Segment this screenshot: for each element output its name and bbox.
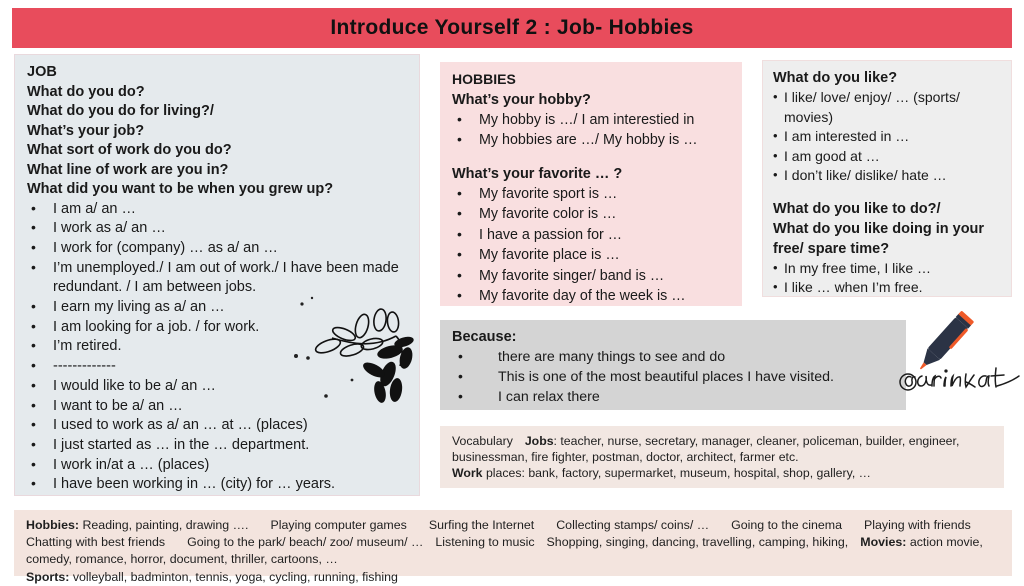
hobbies-section-title: HOBBIES [452,71,516,87]
hobbies-bar-item-c: Surfing the Internet [428,518,535,532]
list-item: ------------- [27,356,409,377]
list-item: I am a/ an … [27,199,409,220]
hobbies-bar-label: Hobbies: [26,518,80,532]
list-item: I work as a/ an … [27,218,409,239]
hobbies-question-1: What’s your hobby? [452,91,591,108]
hobbies-bar-item-i: Listening to music [435,535,535,550]
likes-answer-list-2: In my free time, I like … I like … when … [773,258,1003,298]
list-item: there are many things to see and do [452,346,898,367]
likes-section: What do you like? I like/ love/ enjoy/ …… [762,60,1012,297]
hobbies-bar-item-a: Reading, painting, drawing …. [79,518,249,532]
likes-answer-list-1: I like/ love/ enjoy/ … (sports/ movies) … [773,87,1003,186]
vocabulary-work-label: Work [452,466,483,481]
vocabulary-section: Vocabulary Jobs: teacher, nurse, secretar… [440,426,1004,488]
job-section-title: JOB [27,64,57,80]
list-item: I’m unemployed./ I am out of work./ I ha… [27,258,409,298]
list-item: I am looking for a job. / for work. [27,317,409,338]
list-item: I am good at … [773,146,1003,167]
list-item: I would like to be a/ an … [27,376,409,397]
list-item: I earn my living as a/ an … [27,297,409,318]
job-answer-list: I am a/ an … I work as a/ an … I work fo… [27,199,409,496]
list-item: My favorite day of the week is … [452,285,734,307]
hobbies-bar-item-e: Going to the cinema [731,518,843,532]
vocabulary-jobs-label: Jobs [524,434,554,448]
hobbies-bar-item-h: Going to the park/ beach/ zoo/ museum/ … [187,535,424,550]
hobbies-bar-item-g: Chatting with best friends [26,535,166,550]
job-section: JOB What do you do? What do you do for l… [14,54,420,496]
list-item: My favorite place is … [452,244,734,266]
job-question-4: What line of work are you in? [27,161,229,178]
list-item: My favorite color is … [452,203,734,225]
hobbies-bar-item-b: Playing computer games [270,518,407,532]
list-item: I can relax there [452,386,898,407]
list-item: My favorite singer/ band is … [452,265,734,287]
likes-question-2-line3: free/ spare time? [773,240,890,257]
hobbies-bar-item-d: Collecting stamps/ coins/ … [556,518,710,532]
likes-question-2-line2: What do you like doing in your [773,220,985,237]
list-item: I just started as … in the … department. [27,435,409,456]
list-item: I want to be a/ an … [27,396,409,417]
vocabulary-jobs-line: Vocabulary Jobs: teacher, nurse, secretar… [452,433,994,465]
list-item: I work for (company) … as a/ an … [27,238,409,259]
likes-question-2-line1: What do you like to do?/ [773,200,941,217]
list-item: I work in/at a … (places) [27,455,409,476]
hobbies-bar-item-j: Shopping, singing, dancing, travelling, … [546,535,849,550]
sports-list: volleyball, badminton, tennis, yoga, cyc… [69,569,398,584]
list-item: This is one of the most beautiful places… [452,366,898,387]
list-item: My favorite sport is … [452,183,734,205]
list-item: I like/ love/ enjoy/ … (sports/ movies) [773,87,1003,127]
vocabulary-places-label: places [482,466,522,481]
signature-watermark [899,367,1020,391]
list-item: I don’t like/ dislike/ hate … [773,165,1003,186]
hobbies-bar-item-f: Playing with friends [864,518,971,532]
sports-label: Sports: [26,569,70,584]
hobbies-answer-list-2: My favorite sport is … My favorite color… [452,183,734,307]
movies-label: Movies: [860,535,907,550]
vocabulary-work-list: : bank, factory, supermarket, museum, ho… [521,466,871,481]
list-item: I’m retired. [27,336,409,357]
pen-icon [919,311,974,370]
likes-question-1: What do you like? [773,70,898,86]
page-title-banner: Introduce Yourself 2 : Job- Hobbies [12,8,1012,48]
hobbies-section: HOBBIES What’s your hobby? My hobby is …… [440,62,742,306]
list-item: I am interested in … [773,126,1003,147]
vocabulary-workplaces-line: Work places: bank, factory, supermarket,… [452,465,994,481]
job-question-3: What sort of work do you do? [27,142,232,158]
hobbies-question-2: What’s your favorite … ? [452,165,623,182]
list-item: I like … when I’m free. [773,277,1003,298]
job-question-0: What do you do? [27,83,145,100]
job-question-5: What did you want to be when you grew up… [27,181,334,197]
vocabulary-label: Vocabulary [452,434,513,448]
hobbies-bar-line-3: Sports: volleyball, badminton, tennis, y… [26,569,1002,586]
hobbies-vocabulary-bar: Hobbies: Reading, painting, drawing …. Pl… [14,510,1012,584]
list-item: I have a passion for … [452,224,734,246]
because-section-title: Because: [452,329,517,345]
hobbies-answer-list-1: My hobby is …/ I am interestied in My ho… [452,109,734,151]
list-item: I used to work as a/ an … at … (places) [27,415,409,436]
page-title: Introduce Yourself 2 : Job- Hobbies [330,16,694,39]
list-item: My hobbies are …/ My hobby is … [452,129,734,151]
list-item: In my free time, I like … [773,258,1003,279]
because-list: there are many things to see and do This… [452,346,898,407]
list-item: I have been working in … (city) for … ye… [27,474,409,495]
job-question-2: What’s your job? [27,122,145,139]
hobbies-bar-line-1: Hobbies: Reading, painting, drawing …. Pl… [26,517,1002,534]
job-question-1: What do you do for living?/ [27,103,214,119]
because-section: Because: there are many things to see an… [440,320,906,410]
list-item: My hobby is …/ I am interestied in [452,109,734,131]
hobbies-bar-line-2: Chatting with best friends Going to the p… [26,534,1002,568]
